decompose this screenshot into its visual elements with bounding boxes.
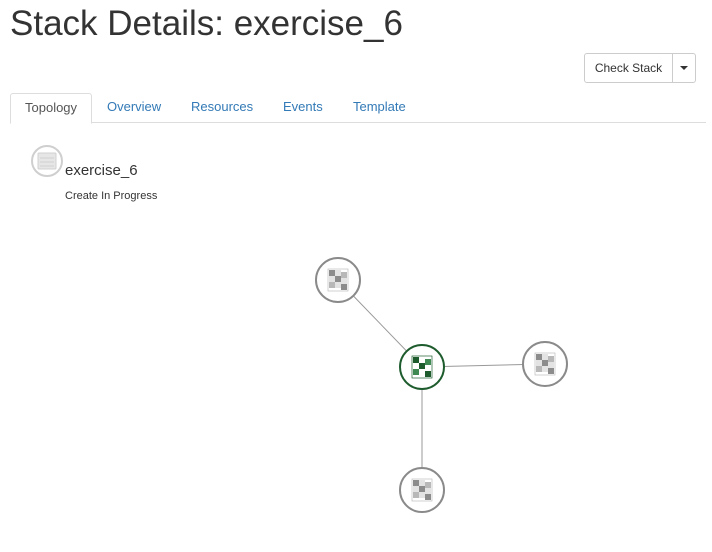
resource-icon-cell	[419, 486, 425, 492]
resource-icon-cell	[341, 278, 347, 284]
resource-icon-cell	[341, 284, 347, 290]
resource-icon-cell	[413, 363, 419, 369]
resource-icon-cell	[425, 494, 431, 500]
resource-icon	[534, 352, 556, 376]
topology-node-top[interactable]	[315, 257, 361, 303]
resource-icon-cell	[542, 354, 548, 360]
resource-icon-cell	[341, 272, 347, 278]
resource-icon-cell	[425, 482, 431, 488]
resource-icon-cell	[413, 486, 419, 492]
resource-icon	[327, 268, 349, 292]
stack-details-page: Stack Details: exercise_6 Check Stack To…	[0, 0, 712, 552]
resource-icon-cell	[419, 480, 425, 486]
resource-icon-cell	[335, 270, 341, 276]
resource-icon-cell	[548, 368, 554, 374]
resource-icon-cell	[419, 492, 425, 498]
topology-node-bottom[interactable]	[399, 467, 445, 513]
resource-icon-cell	[425, 359, 431, 365]
resource-icon-cell	[413, 357, 419, 363]
resource-icon-cell	[335, 282, 341, 288]
topology-node-right[interactable]	[522, 341, 568, 387]
resource-icon-cell	[425, 371, 431, 377]
resource-icon-cell	[425, 365, 431, 371]
resource-icon-cell	[548, 362, 554, 368]
resource-icon-cell	[413, 480, 419, 486]
resource-icon-cell	[536, 366, 542, 372]
resource-icon	[411, 355, 433, 379]
resource-icon-cell	[335, 276, 341, 282]
resource-icon-cell	[536, 360, 542, 366]
resource-icon-cell	[536, 354, 542, 360]
resource-icon-cell	[542, 360, 548, 366]
resource-icon-cell	[329, 276, 335, 282]
resource-icon-cell	[329, 282, 335, 288]
resource-icon	[411, 478, 433, 502]
topology-graph	[315, 257, 568, 513]
resource-icon-cell	[329, 270, 335, 276]
resource-icon-cell	[419, 369, 425, 375]
resource-icon-cell	[542, 366, 548, 372]
topology-node-center[interactable]	[399, 344, 445, 390]
resource-icon-cell	[548, 356, 554, 362]
resource-icon-cell	[419, 357, 425, 363]
resource-icon-cell	[413, 369, 419, 375]
resource-icon-cell	[419, 363, 425, 369]
resource-icon-cell	[425, 488, 431, 494]
resource-icon-cell	[413, 492, 419, 498]
